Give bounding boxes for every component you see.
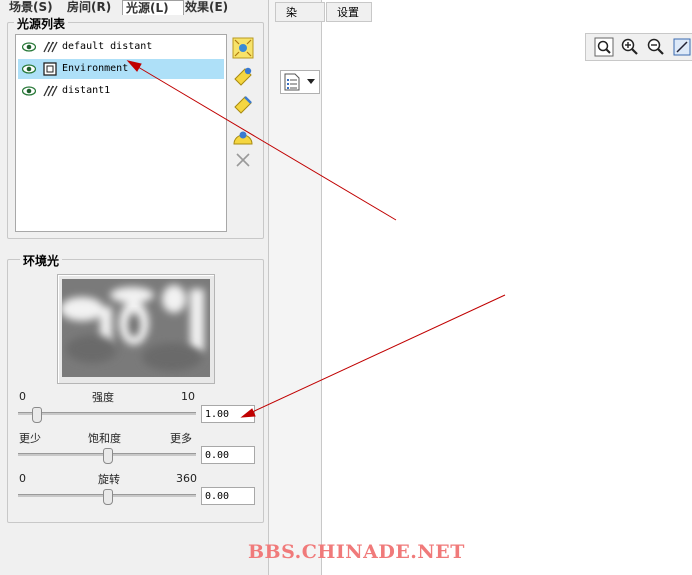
- chevron-down-icon: [307, 79, 315, 84]
- intensity-label: 强度: [92, 391, 114, 404]
- tab-room[interactable]: 房间(R): [64, 0, 122, 14]
- ambient-light-title: 环境光: [20, 252, 63, 269]
- tab-effects[interactable]: 效果(E): [182, 0, 242, 14]
- saturation-max-label: 更多: [170, 432, 192, 445]
- light-item-name: default distant: [62, 41, 153, 52]
- list-view-dropdown[interactable]: [280, 70, 320, 94]
- rotation-min-label: 0: [19, 472, 26, 485]
- rotation-input[interactable]: 0.00: [201, 487, 255, 505]
- tab-render[interactable]: 染: [275, 2, 325, 22]
- saturation-label: 饱和度: [88, 432, 121, 445]
- add-spot-light-icon[interactable]: [232, 37, 254, 59]
- light-item-name: Environment: [62, 63, 129, 74]
- intensity-min-label: 0: [19, 390, 26, 403]
- light-list-title: 光源列表: [14, 15, 69, 32]
- saturation-slider-thumb[interactable]: [103, 448, 113, 464]
- saturation-min-label: 更少: [19, 432, 41, 445]
- tab-scene[interactable]: 场景(S): [6, 0, 64, 14]
- intensity-slider-track[interactable]: [18, 412, 196, 415]
- environment-map-preview[interactable]: [62, 279, 210, 377]
- rotation-label: 旋转: [98, 473, 120, 486]
- zoom-fit-icon[interactable]: [594, 37, 614, 57]
- rotation-slider-thumb[interactable]: [103, 489, 113, 505]
- light-list[interactable]: default distant Environment distant1: [15, 34, 227, 232]
- region-zoom-icon[interactable]: [672, 37, 692, 57]
- distant-light-icon: [43, 41, 58, 53]
- add-point-light-icon[interactable]: [232, 124, 254, 146]
- add-distant-light-icon[interactable]: [232, 93, 254, 115]
- rotation-max-label: 360: [176, 472, 197, 485]
- light-item-distant1[interactable]: distant1: [18, 81, 224, 101]
- intensity-slider-thumb[interactable]: [31, 407, 42, 423]
- light-item-default-distant[interactable]: default distant: [18, 37, 224, 57]
- watermark: BBS.CHINADE.NET: [248, 541, 465, 563]
- intensity-input[interactable]: 1.00: [201, 405, 255, 423]
- list-document-icon: [284, 73, 300, 91]
- visibility-eye-icon[interactable]: [22, 64, 36, 74]
- tab-lights[interactable]: 光源(L): [122, 0, 184, 15]
- light-item-environment[interactable]: Environment: [18, 59, 224, 79]
- visibility-eye-icon[interactable]: [22, 42, 36, 52]
- light-settings-panel: 场景(S) 房间(R) 光源(L) 效果(E) 光源列表 default dis…: [0, 0, 269, 575]
- visibility-eye-icon[interactable]: [22, 86, 36, 96]
- zoom-in-icon[interactable]: [620, 37, 640, 57]
- environment-light-icon: [43, 62, 57, 76]
- light-item-name: distant1: [62, 85, 111, 96]
- intensity-max-label: 10: [181, 390, 195, 403]
- saturation-input[interactable]: 0.00: [201, 446, 255, 464]
- delete-icon[interactable]: [232, 149, 254, 171]
- tab-settings[interactable]: 设置: [326, 2, 372, 22]
- distant-light-icon: [43, 85, 58, 97]
- view-toolbar: [585, 33, 692, 61]
- add-area-light-icon[interactable]: [232, 65, 254, 87]
- zoom-out-icon[interactable]: [646, 37, 666, 57]
